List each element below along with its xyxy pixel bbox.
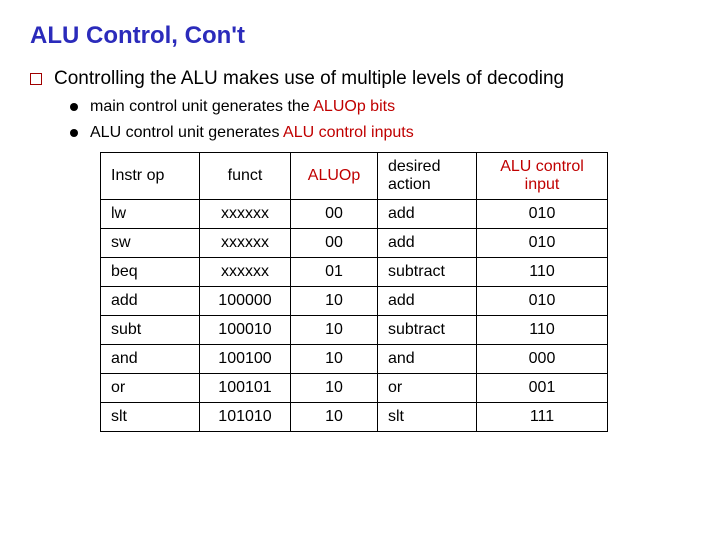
- cell-funct: xxxxxx: [200, 258, 291, 287]
- cell-ctrl: 111: [477, 403, 608, 432]
- cell-instrop: slt: [101, 403, 200, 432]
- cell-desired: and: [378, 345, 477, 374]
- cell-funct: 100100: [200, 345, 291, 374]
- cell-desired: add: [378, 200, 477, 229]
- bullet-sub-2: ALU control unit generates ALU control i…: [30, 124, 690, 142]
- table-row: subt 100010 10 subtract 110: [101, 316, 608, 345]
- dot-bullet-icon: [70, 103, 78, 111]
- cell-aluop: 00: [291, 200, 378, 229]
- cell-desired: subtract: [378, 258, 477, 287]
- cell-aluop: 00: [291, 229, 378, 258]
- table-row: or 100101 10 or 001: [101, 374, 608, 403]
- cell-desired: slt: [378, 403, 477, 432]
- cell-ctrl: 001: [477, 374, 608, 403]
- cell-instrop: add: [101, 287, 200, 316]
- cell-instrop: sw: [101, 229, 200, 258]
- cell-funct: xxxxxx: [200, 229, 291, 258]
- bullet-sub-2a: ALU control unit generates: [90, 124, 283, 141]
- cell-ctrl: 010: [477, 287, 608, 316]
- cell-ctrl: 010: [477, 229, 608, 258]
- cell-funct: 100010: [200, 316, 291, 345]
- cell-ctrl: 010: [477, 200, 608, 229]
- bullet-main-text: Controlling the ALU makes use of multipl…: [54, 68, 564, 90]
- bullet-sub-1: main control unit generates the ALUOp bi…: [30, 98, 690, 116]
- cell-aluop: 10: [291, 345, 378, 374]
- bullet-main: Controlling the ALU makes use of multipl…: [30, 68, 690, 90]
- bullet-sub-1b: ALUOp bits: [313, 98, 395, 115]
- cell-ctrl: 110: [477, 316, 608, 345]
- cell-instrop: lw: [101, 200, 200, 229]
- slide-title: ALU Control, Con't: [30, 22, 690, 50]
- table-row: slt 101010 10 slt 111: [101, 403, 608, 432]
- cell-aluop: 01: [291, 258, 378, 287]
- col-desired: desired action: [378, 153, 477, 200]
- cell-ctrl: 000: [477, 345, 608, 374]
- bullet-sub-1-text: main control unit generates the ALUOp bi…: [90, 98, 395, 116]
- col-aluctrl: ALU control input: [477, 153, 608, 200]
- bullet-sub-2b: ALU control inputs: [283, 124, 414, 141]
- table-row: add 100000 10 add 010: [101, 287, 608, 316]
- cell-funct: xxxxxx: [200, 200, 291, 229]
- cell-desired: subtract: [378, 316, 477, 345]
- cell-aluop: 10: [291, 316, 378, 345]
- col-instrop: Instr op: [101, 153, 200, 200]
- alu-control-table: Instr op funct ALUOp desired action ALU …: [100, 152, 608, 432]
- cell-instrop: or: [101, 374, 200, 403]
- cell-desired: or: [378, 374, 477, 403]
- cell-aluop: 10: [291, 374, 378, 403]
- cell-instrop: and: [101, 345, 200, 374]
- table-row: lw xxxxxx 00 add 010: [101, 200, 608, 229]
- cell-instrop: beq: [101, 258, 200, 287]
- table-row: beq xxxxxx 01 subtract 110: [101, 258, 608, 287]
- cell-funct: 101010: [200, 403, 291, 432]
- col-aluop: ALUOp: [291, 153, 378, 200]
- cell-desired: add: [378, 287, 477, 316]
- square-bullet-icon: [30, 73, 42, 85]
- table-header-row: Instr op funct ALUOp desired action ALU …: [101, 153, 608, 200]
- cell-aluop: 10: [291, 403, 378, 432]
- dot-bullet-icon: [70, 129, 78, 137]
- table-row: and 100100 10 and 000: [101, 345, 608, 374]
- cell-aluop: 10: [291, 287, 378, 316]
- cell-funct: 100101: [200, 374, 291, 403]
- table-row: sw xxxxxx 00 add 010: [101, 229, 608, 258]
- cell-desired: add: [378, 229, 477, 258]
- col-funct: funct: [200, 153, 291, 200]
- cell-funct: 100000: [200, 287, 291, 316]
- bullet-sub-1a: main control unit generates the: [90, 98, 313, 115]
- bullet-sub-2-text: ALU control unit generates ALU control i…: [90, 124, 414, 142]
- cell-ctrl: 110: [477, 258, 608, 287]
- cell-instrop: subt: [101, 316, 200, 345]
